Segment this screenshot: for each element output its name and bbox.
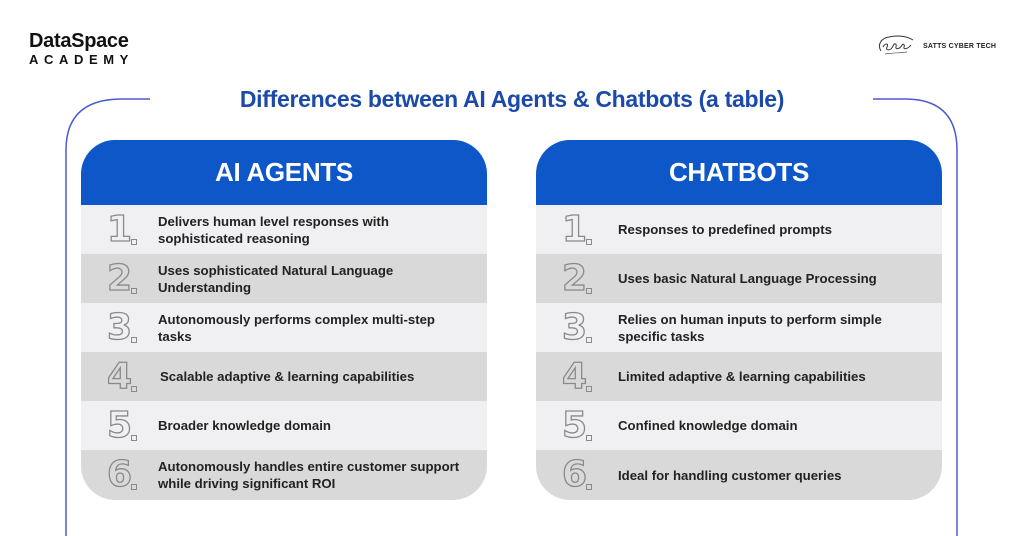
row-text: Broader knowledge domain: [158, 418, 331, 433]
row-text: Uses sophisticated Natural Language Unde…: [158, 262, 394, 295]
row-text: Autonomously handles entire customer sup…: [158, 459, 460, 491]
chatbots-card: CHATBOTS 1 Responses to predefined promp…: [536, 140, 942, 500]
ai-agents-card: AI AGENTS 1 Delivers human level respons…: [81, 140, 487, 500]
logo-brand-text: DataSpace: [29, 30, 129, 52]
table-row: 2 Uses basic Natural Language Processing: [536, 254, 942, 303]
table-row: 1 Delivers human level responses with so…: [81, 205, 487, 254]
number-1-icon: 1: [106, 210, 157, 249]
row-text: Uses basic Natural Language Processing: [618, 271, 877, 286]
ai-agents-header: AI AGENTS: [81, 140, 487, 205]
dataspace-academy-logo: DataSpace ACADEMY: [29, 30, 134, 67]
satts-signature-icon: [878, 35, 914, 55]
number-1-icon: 1: [561, 210, 612, 249]
table-row: 4 Limited adaptive & learning capabiliti…: [536, 352, 942, 401]
table-row: 4 Scalable adaptive & learning capabilit…: [81, 352, 487, 401]
row-text: Autonomously performs complex multi-step…: [158, 311, 435, 344]
table-row: 6 Autonomously handles entire customer s…: [81, 450, 487, 500]
row-text: Scalable adaptive & learning capabilitie…: [160, 369, 415, 384]
row-text: Ideal for handling customer queries: [618, 467, 842, 483]
number-3-icon: 3: [561, 308, 612, 347]
table-row: 2 Uses sophisticated Natural Language Un…: [81, 254, 487, 303]
number-5-icon: 5: [561, 406, 612, 445]
row-text: Relies on human inputs to perform simple…: [618, 311, 882, 344]
satts-cyber-tech-logo: SATTS CYBER TECH: [875, 33, 996, 59]
row-text: Confined knowledge domain: [618, 418, 798, 433]
table-row: 5 Broader knowledge domain: [81, 401, 487, 450]
number-2-icon: 2: [106, 259, 157, 298]
number-3-icon: 3: [106, 308, 157, 347]
satts-logo-text: SATTS CYBER TECH: [923, 42, 997, 50]
number-6-icon: 6: [561, 455, 612, 494]
table-row: 3 Relies on human inputs to perform simp…: [536, 303, 942, 352]
number-2-icon: 2: [561, 259, 612, 298]
number-6-icon: 6: [106, 455, 157, 494]
table-row: 1 Responses to predefined prompts: [536, 205, 942, 254]
logo-sub-text: ACADEMY: [29, 52, 134, 67]
table-row: 3 Autonomously performs complex multi-st…: [81, 303, 487, 352]
row-text: Limited adaptive & learning capabilities: [618, 369, 866, 384]
row-text: Delivers human level responses with soph…: [158, 213, 389, 246]
number-4-icon: 4: [106, 357, 157, 396]
table-row: 5 Confined knowledge domain: [536, 401, 942, 450]
number-4-icon: 4: [561, 357, 612, 396]
chatbots-header: CHATBOTS: [536, 140, 942, 205]
table-row: 6 Ideal for handling customer queries: [536, 450, 942, 500]
page-title: Differences between AI Agents & Chatbots…: [239, 86, 785, 112]
number-5-icon: 5: [106, 406, 157, 445]
row-text: Responses to predefined prompts: [618, 222, 832, 237]
